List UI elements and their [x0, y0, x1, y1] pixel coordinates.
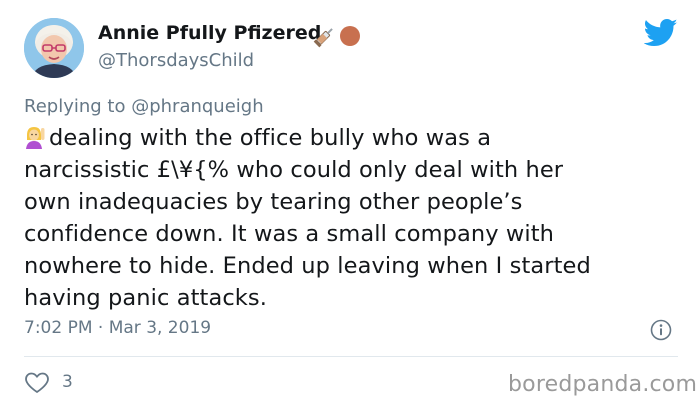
- twitter-bird-icon[interactable]: [644, 18, 678, 48]
- watermark: boredpanda.com: [508, 372, 698, 397]
- tweet-text-line: dealing with the office bully who was a: [24, 122, 684, 154]
- avatar[interactable]: [24, 18, 84, 78]
- divider: [24, 356, 678, 357]
- tweet-text-line-4: confidence down. It was a small company …: [24, 221, 555, 247]
- tweet-text-line-1: dealing with the office bully who was a: [49, 125, 492, 151]
- replying-to: Replying to @phranqueigh: [24, 96, 264, 117]
- display-name[interactable]: Annie Pfully Pfizered: [98, 22, 321, 44]
- tweet-timestamp[interactable]: 7:02 PM · Mar 3, 2019: [24, 318, 211, 338]
- woman-raising-hand-emoji: [26, 127, 45, 149]
- heart-icon[interactable]: [24, 372, 50, 394]
- tweet-text-line-5: nowhere to hide. Ended up leaving when I…: [24, 253, 591, 279]
- tweet-text-line-3: own inadequacies by tearing other people…: [24, 189, 523, 215]
- red-circle-icon: [340, 26, 360, 46]
- avatar-image: [24, 18, 84, 78]
- tweet-text-line-2: narcissistic £\¥{% who could only deal w…: [24, 157, 564, 183]
- name-badges: [313, 24, 361, 48]
- info-icon[interactable]: [650, 319, 672, 341]
- tweet-text: dealing with the office bully who was a …: [24, 122, 684, 314]
- syringe-icon: [313, 28, 333, 48]
- like-count: 3: [62, 372, 73, 392]
- replying-to-label: Replying to: [24, 96, 132, 117]
- tweet-text-line-6: having panic attacks.: [24, 285, 268, 311]
- user-handle[interactable]: @ThorsdaysChild: [98, 50, 254, 71]
- reply-mention-link[interactable]: @phranqueigh: [131, 96, 263, 117]
- tweet-card: Annie Pfully Pfizered @ThorsdaysChild Re…: [0, 0, 700, 410]
